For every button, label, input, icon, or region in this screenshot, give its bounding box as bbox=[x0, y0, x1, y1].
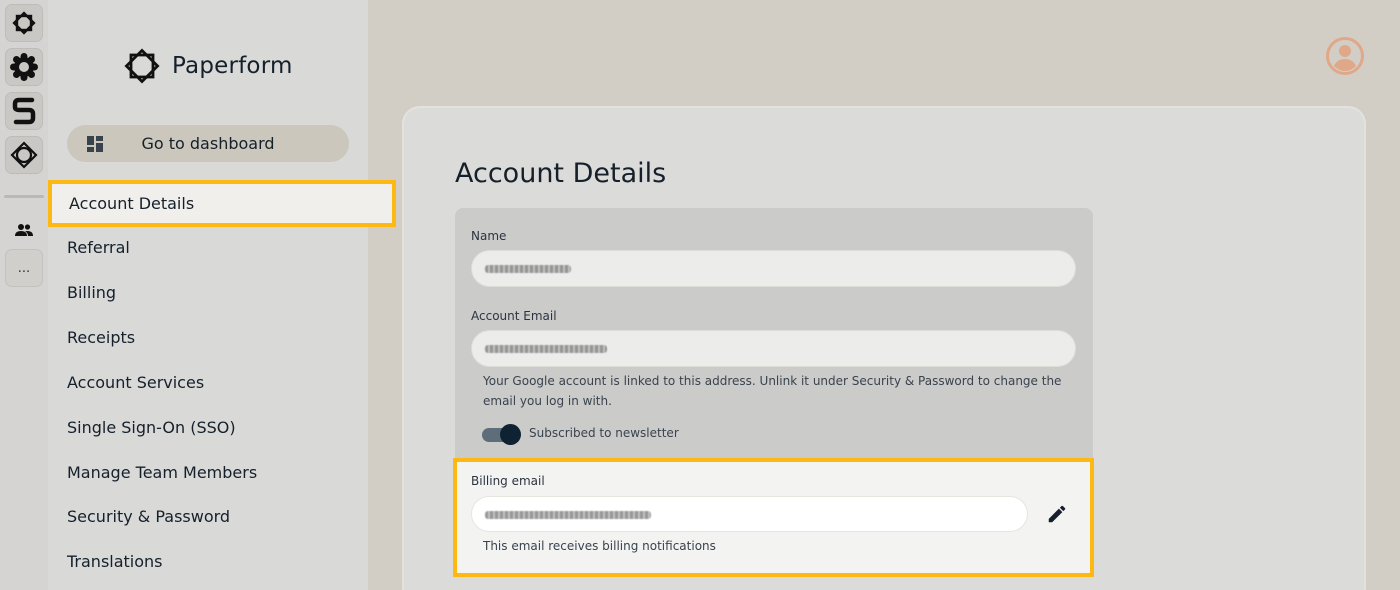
sidebar-item-receipts[interactable]: Receipts bbox=[67, 326, 135, 350]
sidebar-item-account-services[interactable]: Account Services bbox=[67, 371, 204, 395]
brand-name: Paperform bbox=[172, 53, 293, 79]
paperform-logo-icon bbox=[124, 48, 160, 84]
billing-email-input[interactable] bbox=[471, 496, 1028, 532]
name-label: Name bbox=[471, 229, 507, 243]
sidebar-item-security-password[interactable]: Security & Password bbox=[67, 505, 230, 529]
sidebar-item-manage-team-members[interactable]: Manage Team Members bbox=[67, 461, 257, 485]
sidebar-item-account-details[interactable]: Account Details bbox=[48, 180, 396, 227]
toggle-knob bbox=[500, 424, 521, 445]
account-email-help: Your Google account is linked to this ad… bbox=[483, 374, 1062, 408]
page-title: Account Details bbox=[455, 158, 667, 189]
diamond-app-icon[interactable] bbox=[5, 136, 43, 174]
newsletter-toggle[interactable] bbox=[482, 424, 521, 445]
billing-email-help: This email receives billing notification… bbox=[483, 539, 716, 553]
brand-logo[interactable]: Paperform bbox=[122, 46, 293, 86]
redacted-billing-email-value bbox=[485, 511, 651, 519]
account-email-label: Account Email bbox=[471, 309, 557, 323]
sidebar-item-billing[interactable]: Billing bbox=[67, 281, 116, 305]
user-avatar-icon[interactable] bbox=[1325, 36, 1365, 76]
go-to-dashboard-button[interactable]: Go to dashboard bbox=[67, 125, 349, 162]
redacted-account-email-value bbox=[485, 345, 607, 353]
settings-sidebar: Paperform Go to dashboard Account Detail… bbox=[48, 0, 396, 590]
billing-email-label: Billing email bbox=[471, 474, 545, 488]
newsletter-label: Subscribed to newsletter bbox=[529, 426, 679, 440]
sidebar-item-sso[interactable]: Single Sign-On (SSO) bbox=[67, 416, 236, 440]
stepper-app-icon[interactable] bbox=[5, 92, 43, 130]
rail-divider bbox=[4, 195, 44, 198]
sidebar-item-label: Account Details bbox=[69, 194, 195, 213]
app-rail: ... bbox=[0, 0, 48, 590]
sidebar-item-referral[interactable]: Referral bbox=[67, 236, 130, 260]
paperform-app-icon[interactable] bbox=[5, 4, 43, 42]
gear-app-icon[interactable] bbox=[5, 48, 43, 86]
team-icon[interactable] bbox=[14, 220, 34, 240]
sidebar-item-translations[interactable]: Translations bbox=[67, 550, 163, 574]
more-button[interactable]: ... bbox=[5, 249, 43, 287]
account-email-input[interactable] bbox=[471, 330, 1076, 367]
edit-pencil-icon[interactable] bbox=[1046, 503, 1068, 525]
dashboard-label: Go to dashboard bbox=[141, 134, 275, 153]
redacted-name-value bbox=[485, 265, 571, 273]
name-input[interactable] bbox=[471, 250, 1076, 287]
